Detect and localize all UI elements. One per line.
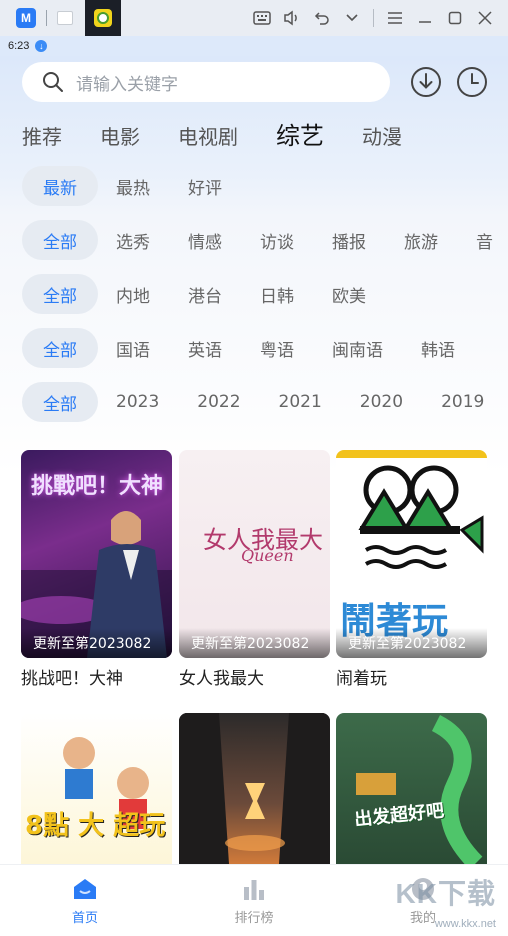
tab-recommend[interactable]: 推荐 — [22, 121, 62, 150]
poster-title-art: 挑戰吧！大神 — [31, 474, 164, 499]
show-poster[interactable]: 8點 大 超玩 — [21, 713, 172, 864]
minimize-icon[interactable] — [410, 3, 440, 33]
titlebar-divider — [46, 10, 47, 26]
emulator-logo-icon[interactable]: M — [16, 8, 36, 28]
filter-option[interactable]: 音 — [476, 220, 493, 260]
filter-option[interactable]: 内地 — [116, 274, 150, 314]
filter-chip[interactable]: 全部 — [22, 220, 98, 260]
show-poster[interactable] — [179, 713, 330, 864]
filter-chip[interactable]: 全部 — [22, 274, 98, 314]
show-card[interactable]: 出发超好吧 — [336, 713, 487, 864]
filter-option[interactable]: 选秀 — [116, 220, 150, 260]
filter-option[interactable]: 英语 — [188, 328, 222, 368]
titlebar-divider — [373, 9, 374, 27]
app-tab-thumbnail-icon[interactable] — [57, 11, 73, 25]
site-watermark: KK下载 www.kkx.net — [394, 878, 504, 934]
show-card[interactable]: 8點 大 超玩 — [21, 713, 172, 864]
maximize-icon[interactable] — [440, 3, 470, 33]
status-time: 6:23 — [8, 40, 30, 52]
nav-label: 排行榜 — [234, 911, 274, 926]
update-badge: 更新至第2023082 — [179, 628, 330, 658]
category-tabs: 推荐 电影 电视剧 综艺 动漫 — [22, 116, 440, 152]
download-notification-icon: ↓ — [35, 40, 48, 52]
update-badge: 更新至第2023082 — [336, 628, 487, 658]
filter-option[interactable]: 粤语 — [260, 328, 294, 368]
search-input[interactable]: 请输入关键字 — [22, 62, 390, 102]
filter-option[interactable]: 2021 — [279, 382, 322, 422]
filter-option[interactable]: 情感 — [188, 220, 222, 260]
show-poster[interactable]: 鬧著玩 更新至第2023082 — [336, 450, 487, 658]
nav-label: 首页 — [71, 911, 98, 926]
sort-filter-row: 最新 最热 好评 — [22, 166, 222, 206]
watermark-brand: KK下载 — [395, 878, 496, 909]
region-filter-row: 全部 内地 港台 日韩 欧美 — [22, 274, 366, 314]
close-icon[interactable] — [470, 3, 500, 33]
keyboard-icon[interactable] — [247, 3, 277, 33]
search-placeholder: 请输入关键字 — [76, 74, 178, 95]
filter-chip[interactable]: 最新 — [22, 166, 98, 206]
filter-option[interactable]: 国语 — [116, 328, 150, 368]
show-poster[interactable]: 出发超好吧 — [336, 713, 487, 864]
show-title[interactable]: 闹着玩 — [336, 664, 487, 689]
active-app-tab[interactable] — [85, 0, 121, 36]
filter-option[interactable]: 播报 — [332, 220, 366, 260]
filter-option[interactable]: 好评 — [188, 166, 222, 206]
show-card[interactable]: 女人我最大 Queen 更新至第2023082 女人我最大 — [179, 450, 330, 689]
show-card[interactable] — [179, 713, 330, 864]
update-badge: 更新至第2023082 — [21, 628, 172, 658]
app-screen: 请输入关键字 推荐 电影 电视剧 综艺 动漫 最新 最热 好评 全部 选秀 情感… — [0, 56, 508, 936]
filter-option[interactable]: 2019 — [441, 382, 484, 422]
filter-option[interactable]: 最热 — [116, 166, 150, 206]
show-poster[interactable]: 女人我最大 Queen 更新至第2023082 — [179, 450, 330, 658]
filter-chip[interactable]: 全部 — [22, 382, 98, 422]
volume-icon[interactable] — [277, 3, 307, 33]
filter-chip[interactable]: 全部 — [22, 328, 98, 368]
nav-home[interactable]: 首页 — [35, 877, 135, 926]
back-icon[interactable] — [307, 3, 337, 33]
filter-option[interactable]: 2023 — [116, 382, 159, 422]
show-title[interactable]: 女人我最大 — [179, 664, 330, 689]
tab-variety[interactable]: 综艺 — [276, 116, 324, 151]
filter-option[interactable]: 欧美 — [332, 274, 366, 314]
tab-movies[interactable]: 电影 — [100, 121, 140, 150]
filter-option[interactable]: 2022 — [197, 382, 240, 422]
filter-option[interactable]: 旅游 — [404, 220, 438, 260]
show-title[interactable]: 挑战吧！大神 — [21, 664, 172, 689]
watermark-url: www.kkx.net — [434, 918, 496, 930]
home-icon — [74, 879, 96, 899]
filter-option[interactable]: 2020 — [360, 382, 403, 422]
poster-art — [356, 714, 483, 864]
filter-option[interactable]: 港台 — [188, 274, 222, 314]
language-filter-row: 全部 国语 英语 粤语 闽南语 韩语 — [22, 328, 455, 368]
search-icon — [43, 72, 63, 92]
filter-option[interactable]: 韩语 — [421, 328, 455, 368]
poster-title-art: 8點 大 超玩 — [25, 811, 166, 841]
filter-option[interactable]: 日韩 — [260, 274, 294, 314]
filter-option[interactable]: 访谈 — [260, 220, 294, 260]
poster-art — [179, 713, 330, 864]
ranking-icon — [244, 880, 264, 900]
poster-subtitle-art: Queen — [241, 546, 294, 565]
tab-anime[interactable]: 动漫 — [362, 121, 402, 150]
year-filter-row: 全部 2023 2022 2021 2020 2019 — [22, 382, 484, 422]
show-card[interactable]: 挑戰吧！大神 更新至第2023082 挑战吧！大神 — [21, 450, 172, 689]
download-icon[interactable] — [410, 66, 442, 98]
nav-ranking[interactable]: 排行榜 — [204, 877, 304, 926]
type-filter-row: 全部 选秀 情感 访谈 播报 旅游 音 — [22, 220, 508, 260]
app-icon — [94, 9, 112, 27]
tab-tv-series[interactable]: 电视剧 — [178, 121, 238, 150]
status-bar: 6:23 ↓ — [0, 36, 508, 56]
show-card[interactable]: 鬧著玩 更新至第2023082 闹着玩 — [336, 450, 487, 689]
menu-icon[interactable] — [380, 3, 410, 33]
emulator-titlebar: M — [0, 0, 508, 36]
show-poster[interactable]: 挑戰吧！大神 更新至第2023082 — [21, 450, 172, 658]
history-icon[interactable] — [456, 66, 488, 98]
filter-option[interactable]: 闽南语 — [332, 328, 383, 368]
chevron-down-icon[interactable] — [337, 3, 367, 33]
